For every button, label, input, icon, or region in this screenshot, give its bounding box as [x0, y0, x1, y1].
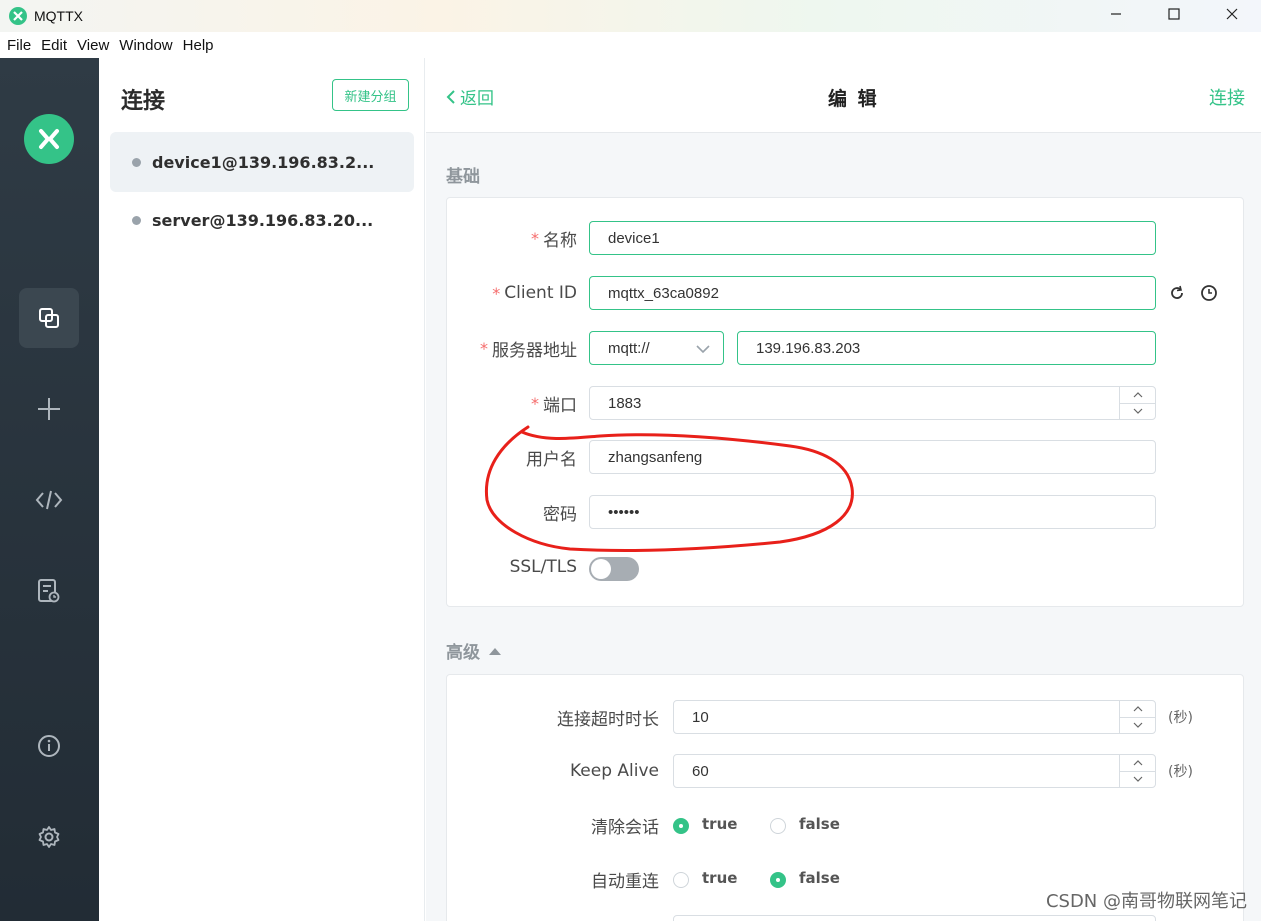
watermark: CSDN @南哥物联网笔记	[1045, 891, 1247, 912]
refresh-icon[interactable]	[1168, 284, 1186, 302]
keepalive-unit: (秒)	[1168, 764, 1193, 780]
edit-header: 返回 编 辑 连接	[426, 58, 1261, 133]
protocol-value: mqtt://	[608, 339, 650, 357]
password-label: 密码	[543, 504, 577, 525]
auto-reconnect-true-label[interactable]: true	[702, 869, 737, 887]
auto-reconnect-false-radio[interactable]	[770, 872, 786, 888]
edit-panel: 返回 编 辑 连接 基础 * 名称 device1 * Client ID mqtt…	[426, 58, 1261, 921]
connection-name: device1@139.196.83.2...	[152, 152, 375, 172]
decrement-icon[interactable]	[1120, 404, 1155, 420]
increment-icon[interactable]	[1120, 701, 1155, 718]
window-title: MQTTX	[34, 8, 83, 24]
status-dot-icon	[132, 157, 141, 167]
clean-session-false-label[interactable]: false	[799, 815, 840, 833]
app-logo-icon	[9, 7, 27, 25]
auto-reconnect-label: 自动重连	[591, 871, 659, 892]
connections-title: 连接	[121, 89, 166, 114]
settings-icon[interactable]	[19, 807, 79, 867]
connection-item[interactable]: device1@139.196.83.2...	[110, 132, 414, 192]
minimize-button[interactable]	[1087, 0, 1145, 28]
auto-reconnect-true-radio[interactable]	[673, 872, 689, 888]
advanced-section-label: 高级	[446, 643, 480, 663]
menu-bar: File Edit View Window Help	[0, 32, 1261, 58]
menu-edit[interactable]: Edit	[36, 37, 72, 54]
port-input[interactable]: 1883	[589, 386, 1156, 420]
maximize-button[interactable]	[1145, 0, 1203, 28]
menu-file[interactable]: File	[2, 37, 36, 54]
menu-view[interactable]: View	[72, 37, 114, 54]
advanced-card: 连接超时时长 10 (秒) Keep Alive 60 (秒) 清除会话 tru…	[446, 674, 1244, 921]
advanced-section-title[interactable]: 高级	[446, 638, 502, 663]
menu-window[interactable]: Window	[114, 37, 177, 54]
back-label: 返回	[460, 89, 494, 109]
clock-icon[interactable]	[1200, 284, 1218, 302]
next-field-input[interactable]	[673, 915, 1156, 921]
ssl-toggle[interactable]	[589, 557, 639, 581]
basic-section-label: 基础	[446, 167, 480, 187]
auto-reconnect-false-label[interactable]: false	[799, 869, 840, 887]
keepalive-value: 60	[692, 762, 709, 780]
name-input[interactable]: device1	[589, 221, 1156, 255]
protocol-select[interactable]: mqtt://	[589, 331, 724, 365]
connection-name: server@139.196.83.20...	[152, 210, 374, 230]
clean-session-true-label[interactable]: true	[702, 815, 737, 833]
chevron-left-icon	[446, 89, 455, 104]
port-label: * 端口	[531, 393, 577, 416]
connection-item[interactable]: server@139.196.83.20...	[110, 190, 414, 250]
back-button[interactable]: 返回	[446, 84, 494, 109]
increment-icon[interactable]	[1120, 755, 1155, 772]
keepalive-input[interactable]: 60	[673, 754, 1156, 788]
connections-panel: 连接 新建分组 device1@139.196.83.2... server@1…	[99, 58, 425, 921]
caret-up-icon	[489, 647, 501, 655]
decrement-icon[interactable]	[1120, 772, 1155, 788]
ssl-label: SSL/TLS	[509, 557, 577, 577]
timeout-label: 连接超时时长	[557, 709, 659, 730]
new-group-button[interactable]: 新建分组	[332, 79, 409, 111]
port-value: 1883	[608, 394, 642, 412]
connections-icon[interactable]	[19, 288, 79, 348]
keepalive-label: Keep Alive	[569, 761, 659, 781]
host-label: * 服务器地址	[480, 338, 577, 361]
name-label: * 名称	[531, 228, 577, 251]
page-title: 编 辑	[828, 88, 879, 110]
connect-button[interactable]: 连接	[1209, 84, 1245, 110]
about-icon[interactable]	[19, 716, 79, 776]
menu-help[interactable]: Help	[178, 37, 219, 54]
log-icon[interactable]	[19, 561, 79, 621]
clean-session-label: 清除会话	[591, 817, 659, 838]
timeout-input[interactable]: 10	[673, 700, 1156, 734]
basic-section-title: 基础	[446, 162, 480, 187]
username-input[interactable]: zhangsanfeng	[589, 440, 1156, 474]
clean-session-true-radio[interactable]	[673, 818, 689, 834]
title-bar: MQTTX	[0, 0, 1261, 32]
add-icon[interactable]	[19, 379, 79, 439]
password-input[interactable]: ••••••	[589, 495, 1156, 529]
timeout-unit: (秒)	[1168, 710, 1193, 726]
basic-card: * 名称 device1 * Client ID mqttx_63ca0892 * 服…	[446, 197, 1244, 607]
username-label: 用户名	[526, 449, 577, 470]
keepalive-stepper[interactable]	[1119, 755, 1155, 787]
icon-rail	[0, 58, 99, 921]
timeout-value: 10	[692, 708, 709, 726]
host-input[interactable]: 139.196.83.203	[737, 331, 1156, 365]
increment-icon[interactable]	[1120, 387, 1155, 404]
status-dot-icon	[132, 215, 141, 225]
script-icon[interactable]	[19, 470, 79, 530]
close-button[interactable]	[1203, 0, 1261, 28]
decrement-icon[interactable]	[1120, 718, 1155, 734]
chevron-down-icon	[696, 345, 710, 354]
timeout-stepper[interactable]	[1119, 701, 1155, 733]
mqttx-logo-icon	[24, 114, 74, 164]
client-id-label: * Client ID	[492, 283, 577, 303]
client-id-input[interactable]: mqttx_63ca0892	[589, 276, 1156, 310]
port-stepper[interactable]	[1119, 387, 1155, 419]
clean-session-false-radio[interactable]	[770, 818, 786, 834]
